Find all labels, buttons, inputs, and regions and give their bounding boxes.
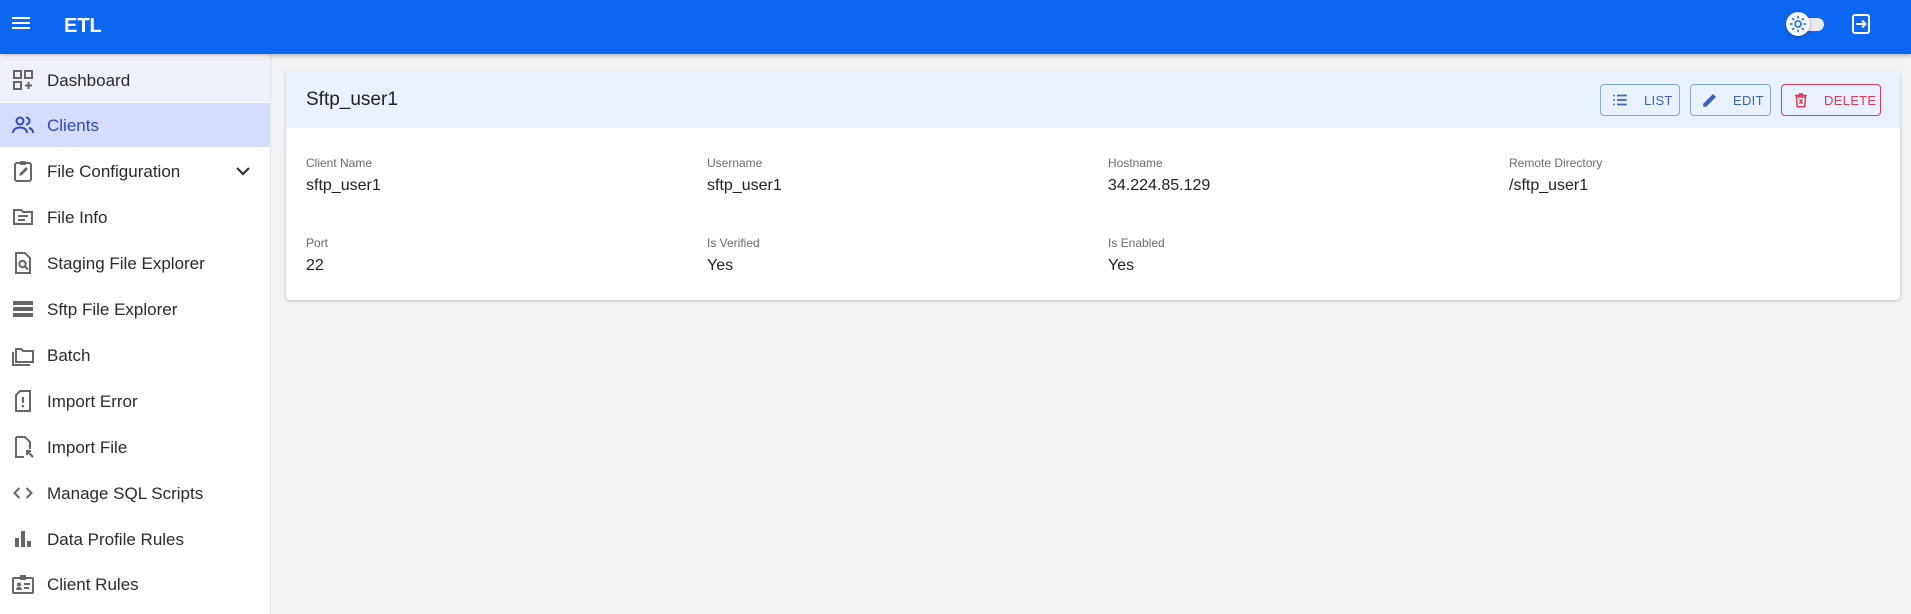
card-header: Sftp_user1 LIST EDIT DELETE — [286, 71, 1900, 128]
sidebar-item-sftp-file-explorer[interactable]: Sftp File Explorer — [0, 287, 270, 331]
field-value: sftp_user1 — [306, 177, 381, 194]
field-is-verified: Is Verified Yes — [707, 236, 760, 275]
field-label: Client Name — [306, 156, 373, 170]
file-search-icon — [15, 252, 31, 274]
dashboard-icon — [13, 70, 33, 90]
field-value: 22 — [306, 257, 324, 274]
field-label: Is Enabled — [1108, 236, 1165, 250]
sidebar: Dashboard Clients File Configuration Fil… — [0, 54, 271, 614]
sidebar-item-dashboard[interactable]: Dashboard — [0, 58, 270, 102]
sidebar-item-import-error[interactable]: Import Error — [0, 379, 270, 423]
edit-button-label: EDIT — [1733, 93, 1764, 108]
field-label: Hostname — [1108, 156, 1163, 170]
field-value: Yes — [1108, 257, 1135, 274]
field-port: Port 22 — [306, 236, 328, 275]
clipboard-edit-icon — [14, 161, 32, 182]
client-detail-card: Sftp_user1 LIST EDIT DELETE Client Name … — [286, 71, 1900, 300]
bar-chart-icon — [15, 531, 31, 547]
menu-button[interactable] — [9, 11, 33, 35]
sidebar-item-file-info[interactable]: File Info — [0, 195, 270, 239]
theme-toggle[interactable] — [1786, 10, 1828, 38]
sun-icon — [1789, 15, 1807, 33]
sidebar-item-label: Manage SQL Scripts — [47, 484, 204, 503]
people-icon — [12, 116, 34, 134]
sidebar-item-staging-file-explorer[interactable]: Staging File Explorer — [0, 241, 270, 285]
sidebar-item-file-configuration[interactable]: File Configuration — [0, 149, 270, 193]
field-value: /sftp_user1 — [1509, 177, 1589, 194]
sidebar-item-label: File Info — [47, 208, 108, 227]
field-hostname: Hostname 34.224.85.129 — [1108, 156, 1210, 195]
delete-button-label: DELETE — [1824, 93, 1877, 108]
chevron-down-icon[interactable] — [231, 159, 255, 183]
badge-icon — [12, 575, 34, 594]
sidebar-item-label: Sftp File Explorer — [47, 300, 178, 319]
logout-button[interactable] — [1849, 12, 1873, 36]
page-title: Sftp_user1 — [306, 89, 398, 110]
file-alert-icon — [15, 390, 31, 412]
sidebar-item-label: Data Profile Rules — [47, 530, 185, 549]
folders-icon — [12, 348, 34, 366]
sidebar-item-label: Clients — [47, 116, 99, 135]
field-label: Is Verified — [707, 236, 760, 250]
sidebar-item-label: Import Error — [47, 392, 138, 411]
sidebar-item-client-rules[interactable]: Client Rules — [0, 562, 270, 606]
field-value: Yes — [707, 257, 734, 274]
sidebar-item-label: File Configuration — [47, 162, 181, 181]
field-label: Username — [707, 156, 763, 170]
field-is-enabled: Is Enabled Yes — [1108, 236, 1165, 275]
app-title: ETL — [64, 15, 102, 37]
sidebar-item-import-file[interactable]: Import File — [0, 425, 270, 469]
list-button-label: LIST — [1644, 93, 1673, 108]
sidebar-item-label: Import File — [47, 438, 128, 457]
pencil-icon — [1703, 94, 1716, 107]
sidebar-item-manage-sql-scripts[interactable]: Manage SQL Scripts — [0, 471, 270, 515]
delete-button[interactable]: DELETE — [1781, 84, 1881, 116]
sidebar-item-label: Batch — [47, 346, 91, 365]
code-icon — [13, 487, 33, 499]
field-value: sftp_user1 — [707, 177, 782, 194]
file-info-icon — [13, 209, 33, 225]
theme-toggle-thumb[interactable] — [1786, 12, 1810, 36]
field-label: Remote Directory — [1509, 156, 1603, 170]
edit-button[interactable]: EDIT — [1690, 84, 1771, 116]
field-remote-directory: Remote Directory /sftp_user1 — [1509, 156, 1602, 195]
file-import-icon — [15, 436, 34, 458]
field-username: Username sftp_user1 — [707, 156, 782, 195]
logout-icon — [1852, 14, 1870, 34]
field-client-name: Client Name sftp_user1 — [306, 156, 381, 195]
sidebar-item-batch[interactable]: Batch — [0, 333, 270, 377]
menu-icon — [12, 17, 30, 29]
sidebar-item-label: Dashboard — [47, 71, 131, 90]
list-icon — [13, 301, 33, 317]
sidebar-item-clients[interactable]: Clients — [0, 103, 270, 147]
list-button[interactable]: LIST — [1600, 84, 1680, 116]
list-icon — [1613, 94, 1627, 106]
sidebar-item-label: Staging File Explorer — [47, 254, 205, 273]
field-label: Port — [306, 236, 329, 250]
app-bar: ETL — [0, 0, 1911, 54]
sidebar-item-data-profile-rules[interactable]: Data Profile Rules — [0, 517, 270, 561]
trash-icon — [1795, 93, 1807, 108]
sidebar-item-label: Client Rules — [47, 575, 139, 594]
field-value: 34.224.85.129 — [1108, 177, 1211, 194]
